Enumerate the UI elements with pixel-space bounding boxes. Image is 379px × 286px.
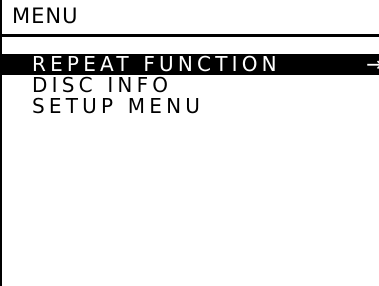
osd-menu-screen: MENU REPEAT FUNCTION → DISC INFO SETUP M… [0, 0, 379, 286]
menu-title: MENU [12, 4, 79, 28]
title-divider [2, 34, 379, 37]
menu-item-label: SETUP MENU [32, 94, 205, 118]
menu-item-disc-info[interactable]: DISC INFO [2, 75, 379, 96]
menu-item-label: DISC INFO [32, 73, 173, 97]
menu-item-label: REPEAT FUNCTION [32, 52, 281, 76]
menu-list: REPEAT FUNCTION → DISC INFO SETUP MENU [2, 54, 379, 117]
right-arrow-icon: → [366, 52, 379, 76]
menu-item-repeat-function[interactable]: REPEAT FUNCTION → [2, 54, 379, 75]
menu-item-setup-menu[interactable]: SETUP MENU [2, 96, 379, 117]
